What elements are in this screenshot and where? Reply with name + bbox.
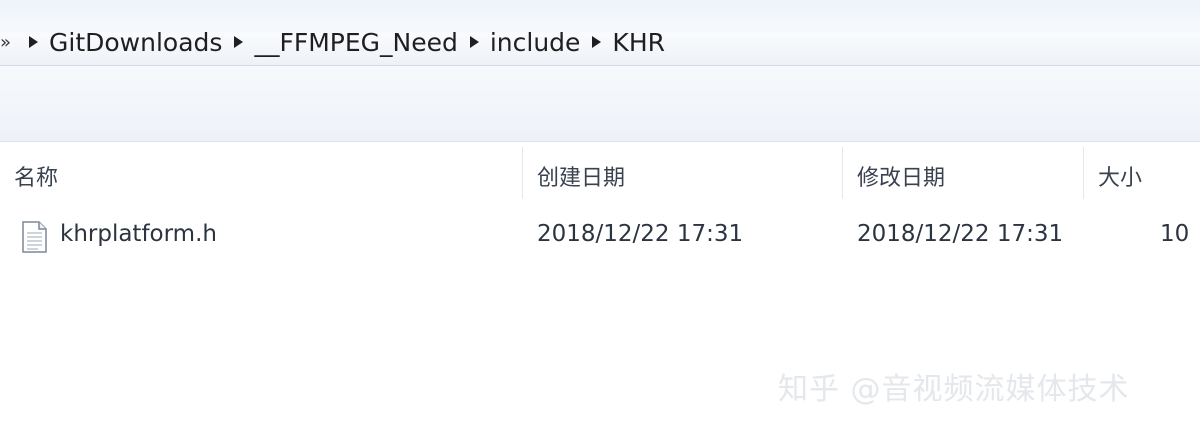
file-modified-date: 2018/12/22 17:31 (857, 221, 1064, 247)
file-name-cell[interactable]: khrplatform.h (20, 206, 217, 262)
breadcrumb-item-gitdownloads[interactable]: GitDownloads (49, 28, 222, 57)
column-header-modified-label: 修改日期 (857, 166, 946, 191)
toolbar (0, 66, 1200, 142)
column-header-name-label: 名称 (14, 166, 59, 191)
column-divider[interactable] (842, 147, 843, 199)
column-header: 名称 创建日期 修改日期 大小 (0, 143, 1200, 203)
address-bar[interactable]: » GitDownloads __FFMPEG_Need include KHR (0, 0, 1200, 66)
triangle-right-icon[interactable] (580, 22, 612, 62)
breadcrumb: » GitDownloads __FFMPEG_Need include KHR (0, 22, 665, 62)
column-header-size-label: 大小 (1098, 166, 1143, 191)
column-divider[interactable] (522, 147, 523, 199)
column-header-name[interactable]: 名称 (14, 143, 522, 203)
table-row[interactable]: khrplatform.h 2018/12/22 17:31 2018/12/2… (0, 206, 1200, 262)
triangle-right-icon[interactable] (458, 22, 490, 62)
triangle-right-icon[interactable] (222, 22, 254, 62)
file-name: khrplatform.h (60, 221, 217, 247)
watermark: 知乎 @音视频流媒体技术 (778, 372, 1130, 407)
breadcrumb-item-khr[interactable]: KHR (612, 28, 665, 57)
column-header-modified[interactable]: 修改日期 (857, 143, 1083, 203)
column-header-created[interactable]: 创建日期 (537, 143, 842, 203)
breadcrumb-item-ffmpeg-need[interactable]: __FFMPEG_Need (254, 28, 457, 57)
breadcrumb-overflow[interactable]: » (0, 32, 11, 53)
file-created-date: 2018/12/22 17:31 (537, 221, 744, 247)
column-header-size[interactable]: 大小 (1098, 143, 1198, 203)
column-divider[interactable] (1083, 147, 1084, 199)
column-header-created-label: 创建日期 (537, 166, 626, 191)
file-size: 10 (1160, 221, 1190, 247)
triangle-right-icon[interactable] (17, 22, 49, 62)
breadcrumb-item-include[interactable]: include (490, 28, 581, 57)
document-file-icon (20, 218, 48, 253)
